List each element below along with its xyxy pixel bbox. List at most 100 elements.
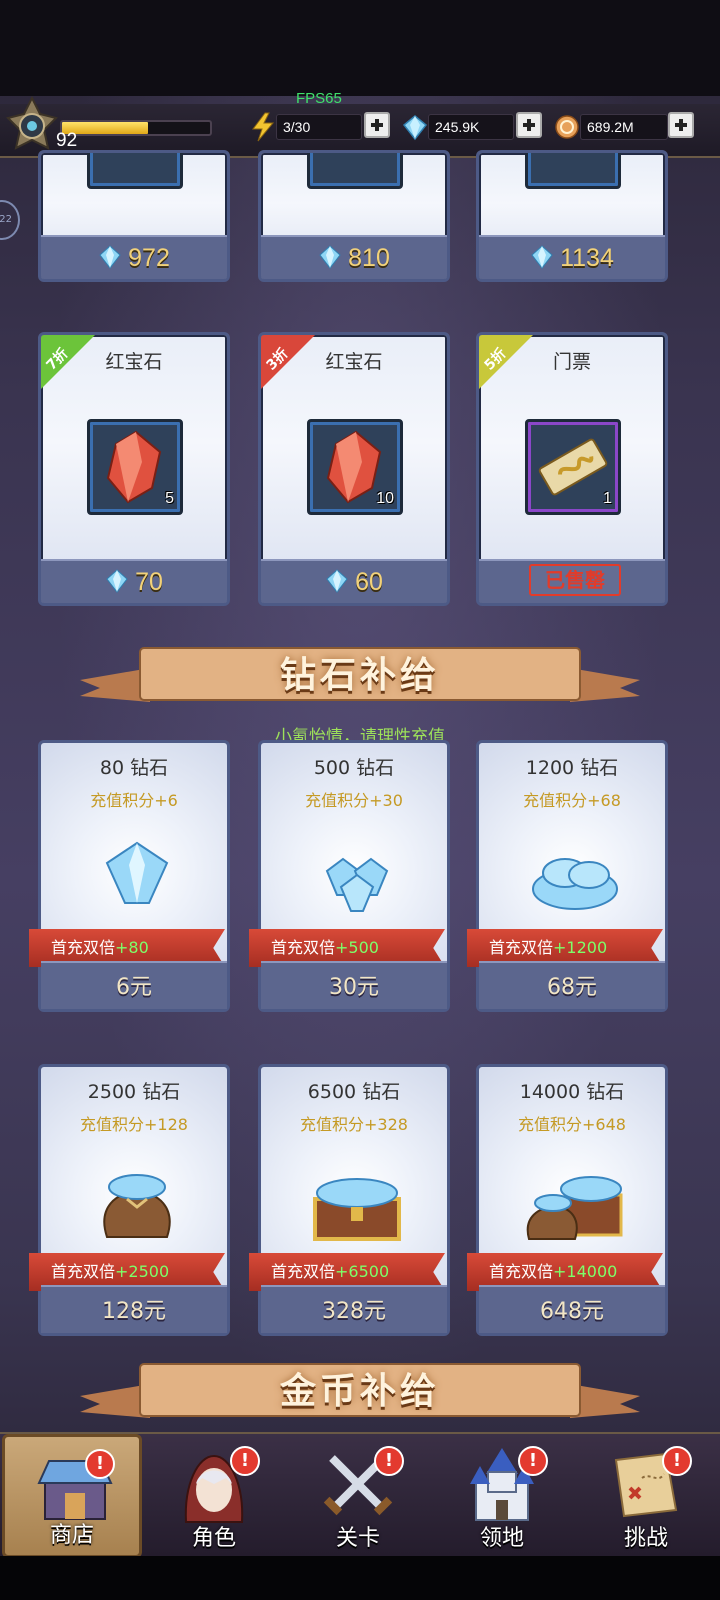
item-price: 1134	[479, 244, 665, 273]
gold-counter: 689.2M	[580, 114, 668, 140]
nav-tab-territory[interactable]: ! 领地	[432, 1434, 572, 1558]
nav-label: 关卡	[335, 1526, 380, 1551]
sold-out-stamp: 已售罄	[529, 564, 621, 596]
game-screen: FPS65 92 3/30 245.9K 689.2M 22 972 810 1…	[0, 0, 720, 1600]
price-value: 1134	[560, 244, 614, 272]
pack-title: 1200 钻石	[525, 757, 619, 779]
item-count: 5	[165, 490, 174, 507]
nav-label: 商店	[49, 1523, 94, 1548]
alert-badge: !	[662, 1446, 692, 1476]
diamond-pack-card[interactable]: 14000 钻石 充值积分+648 首充双倍+14000 648元	[467, 1064, 668, 1336]
pack-score: 充值积分+328	[300, 1115, 408, 1134]
item-count: 1	[603, 490, 612, 507]
pack-price: 128元	[102, 1299, 166, 1324]
item-price: 70	[41, 568, 227, 597]
shop-item-card[interactable]: 红宝石 10 60 3折	[258, 332, 450, 606]
add-energy-button[interactable]	[364, 112, 390, 138]
energy-counter: 3/30	[276, 114, 362, 140]
nav-tab-character[interactable]: ! 角色	[144, 1434, 284, 1558]
item-icon-box: 5	[87, 419, 183, 515]
diamond-icon	[99, 245, 121, 269]
player-level: 92	[56, 130, 78, 151]
rank-emblem-icon[interactable]	[4, 96, 60, 156]
pack-price: 328元	[322, 1299, 386, 1324]
gold-supply-banner: 金币补给	[80, 1356, 640, 1426]
xp-bar	[60, 120, 212, 136]
diamond-icon	[402, 115, 428, 141]
item-price: 972	[41, 244, 227, 273]
bonus-amount: +1200	[553, 938, 608, 957]
item-icon-box: 10	[307, 419, 403, 515]
banner-title: 钻石补给	[279, 655, 440, 696]
promo-label: 首充双倍	[271, 1262, 336, 1281]
diamond-pack-card[interactable]: 500 钻石 充值积分+30 首充双倍+500 30元	[249, 740, 450, 1012]
system-nav-bar	[0, 1556, 720, 1600]
diamond-treasure-icon	[526, 1176, 623, 1240]
diamond-pile-icon	[532, 858, 618, 910]
pack-price: 68元	[547, 975, 597, 1000]
item-count: 10	[376, 490, 394, 507]
nav-tab-stage[interactable]: ! 关卡	[288, 1434, 428, 1558]
fps-counter: FPS65	[296, 90, 342, 107]
diamond-pack-card[interactable]: 80 钻石 充值积分+6 首充双倍+80 6元	[29, 740, 230, 1012]
gold-coin-icon	[555, 115, 579, 139]
diamond-counter: 245.9K	[428, 114, 514, 140]
pack-price: 648元	[540, 1299, 604, 1324]
alert-badge: !	[85, 1449, 115, 1479]
item-price: 60	[261, 568, 447, 597]
bonus-amount: +14000	[553, 1262, 618, 1281]
pack-score: 充值积分+648	[518, 1115, 626, 1134]
diamond-bag-icon	[103, 1174, 171, 1238]
shop-item-card[interactable]: 810	[258, 150, 450, 282]
item-icon-box	[87, 153, 183, 189]
pack-score: 充值积分+128	[80, 1115, 188, 1134]
pack-score: 充值积分+6	[90, 791, 178, 810]
alert-badge: !	[374, 1446, 404, 1476]
pack-title: 2500 钻石	[87, 1081, 181, 1103]
nav-tab-shop[interactable]: ! 商店	[2, 1434, 142, 1558]
side-event-badge[interactable]: 22	[0, 200, 20, 240]
diamond-icon	[106, 569, 128, 593]
diamond-icon	[531, 245, 553, 269]
price-value: 972	[128, 244, 170, 272]
promo-label: 首充双倍	[489, 1262, 554, 1281]
price-value: 70	[135, 568, 163, 596]
bonus-amount: +6500	[335, 1262, 390, 1281]
diamond-icon	[319, 245, 341, 269]
shop-item-card[interactable]: 门票 1 已售罄 5折	[476, 332, 668, 606]
pack-title: 6500 钻石	[307, 1081, 401, 1103]
price-value: 810	[348, 244, 390, 272]
add-gold-button[interactable]	[668, 112, 694, 138]
item-icon-box	[525, 153, 621, 189]
item-icon-box: 1	[525, 419, 621, 515]
nav-label: 领地	[479, 1526, 524, 1551]
promo-label: 首充双倍	[51, 1262, 116, 1281]
gold-value: 689.2M	[587, 119, 634, 135]
diamond-pack-card[interactable]: 1200 钻石 充值积分+68 首充双倍+1200 68元	[467, 740, 668, 1012]
pack-score: 充值积分+68	[523, 791, 621, 810]
pack-title: 80 钻石	[99, 757, 169, 779]
diamond-chest-icon	[313, 1178, 401, 1241]
energy-value: 3/30	[283, 119, 311, 135]
add-diamond-button[interactable]	[516, 112, 542, 138]
diamond-pack-card[interactable]: 6500 钻石 充值积分+328 首充双倍+6500 328元	[249, 1064, 450, 1336]
price-value: 60	[355, 568, 383, 596]
diamond-pack-card[interactable]: 2500 钻石 充值积分+128 首充双倍+2500 128元	[29, 1064, 230, 1336]
promo-label: 首充双倍	[489, 938, 554, 957]
alert-badge: !	[518, 1446, 548, 1476]
shop-item-card[interactable]: 红宝石 5 70 7折	[38, 332, 230, 606]
diamond-icon	[326, 569, 348, 593]
nav-tab-challenge[interactable]: ! 挑战	[576, 1434, 716, 1558]
nav-label: 角色	[191, 1526, 236, 1551]
single-diamond-icon	[105, 841, 169, 904]
item-price: 810	[261, 244, 447, 273]
promo-label: 首充双倍	[271, 938, 336, 957]
status-strip	[0, 0, 720, 96]
bottom-nav: ! 商店 ! 角色 ! 关卡 ! 领地 ! 挑战	[0, 1432, 720, 1558]
promo-label: 首充双倍	[51, 938, 116, 957]
shop-item-card[interactable]: 1134	[476, 150, 668, 282]
shop-item-card[interactable]: 972	[38, 150, 230, 282]
bonus-amount: +80	[115, 938, 149, 957]
lightning-icon	[252, 112, 275, 142]
alert-badge: !	[230, 1446, 260, 1476]
